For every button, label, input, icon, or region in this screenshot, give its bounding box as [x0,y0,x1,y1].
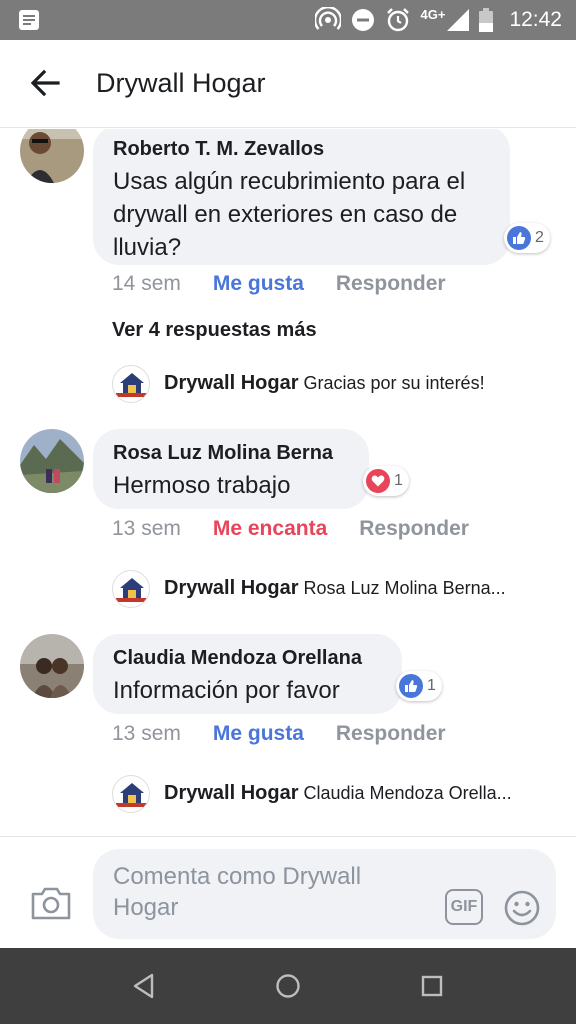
like-button[interactable]: Me gusta [213,272,304,296]
reply-preview[interactable]: Drywall Hogar Claudia Mendoza Orella... [164,782,512,805]
recents-icon[interactable] [418,972,446,1000]
page-logo[interactable] [112,365,150,403]
battery-icon [479,8,494,32]
comment-text: Usas algún recubrimiento para el drywall… [113,168,466,261]
comment-actions: 13 sem Me encanta Responder [112,517,469,541]
reply-button[interactable]: Responder [336,722,446,746]
comments-list: Roberto T. M. Zevallos Usas algún recubr… [0,129,576,835]
smiley-icon[interactable] [503,889,541,927]
view-more-replies-link[interactable]: Ver 4 respuestas más [112,319,317,342]
reply-text: Claudia Mendoza Orella... [303,783,512,803]
comment-time: 13 sem [112,722,181,745]
reply-button[interactable]: Responder [336,272,446,296]
thumbs-up-icon [399,674,423,698]
clock: 12:42 [509,8,562,31]
comment-input-placeholder: Comenta como Drywall Hogar [113,863,362,921]
comment-time: 13 sem [112,517,181,540]
alarm-icon [386,8,409,32]
comment-bubble[interactable]: Roberto T. M. Zevallos Usas algún recubr… [93,129,510,265]
do-not-disturb-icon [351,9,374,31]
page-title: Drywall Hogar [96,68,266,98]
heart-icon [366,469,390,493]
page-logo[interactable] [112,775,150,813]
reply-text: Rosa Luz Molina Berna... [303,578,506,598]
notification-icon [19,10,39,30]
comment-time: 14 sem [112,272,181,295]
like-button[interactable]: Me gusta [213,722,304,746]
comment-composer: Comenta como Drywall Hogar GIF [0,836,576,948]
reply-text: Gracias por su interés! [303,373,485,393]
comment-author[interactable]: Roberto T. M. Zevallos [113,137,490,161]
status-bar: 4G+ 12:42 [0,0,576,40]
reaction-badge[interactable]: 1 [363,466,409,496]
comment-actions: 14 sem Me gusta Responder [112,272,446,296]
comment-input[interactable]: Comenta como Drywall Hogar GIF [93,849,556,939]
app-header: Drywall Hogar [0,40,576,128]
avatar[interactable] [20,634,84,698]
reaction-count: 1 [394,472,403,489]
reply-button[interactable]: Responder [359,517,469,541]
reply-preview[interactable]: Drywall Hogar Gracias por su interés! [164,372,485,395]
reply-preview[interactable]: Drywall Hogar Rosa Luz Molina Berna... [164,577,506,600]
system-nav-bar [0,948,576,1024]
avatar[interactable] [20,129,84,183]
reaction-count: 1 [427,677,436,694]
page-logo[interactable] [112,570,150,608]
comment-author[interactable]: Rosa Luz Molina Berna [113,441,349,465]
thumbs-up-icon [507,226,531,250]
reply-author: Drywall Hogar [164,782,299,804]
comment-author[interactable]: Claudia Mendoza Orellana [113,646,382,670]
comment-text: Hermoso trabajo [113,472,291,499]
gif-button[interactable]: GIF [445,889,483,925]
comment-bubble[interactable]: Claudia Mendoza Orellana Información por… [93,634,402,714]
comment-text: Información por favor [113,677,340,704]
reaction-count: 2 [535,229,544,246]
home-icon[interactable] [274,972,302,1000]
network-type: 4G+ [420,6,446,22]
avatar[interactable] [20,429,84,493]
back-arrow-icon[interactable] [28,66,62,100]
signal-icon [447,9,470,31]
reply-author: Drywall Hogar [164,372,299,394]
reply-author: Drywall Hogar [164,577,299,599]
comment-bubble[interactable]: Rosa Luz Molina Berna Hermoso trabajo [93,429,369,509]
reaction-badge[interactable]: 1 [396,671,442,701]
back-icon[interactable] [130,972,158,1000]
love-button[interactable]: Me encanta [213,517,327,541]
comment-actions: 13 sem Me gusta Responder [112,722,446,746]
camera-icon[interactable] [30,885,72,921]
hotspot-icon [314,7,341,30]
reaction-badge[interactable]: 2 [504,223,550,253]
